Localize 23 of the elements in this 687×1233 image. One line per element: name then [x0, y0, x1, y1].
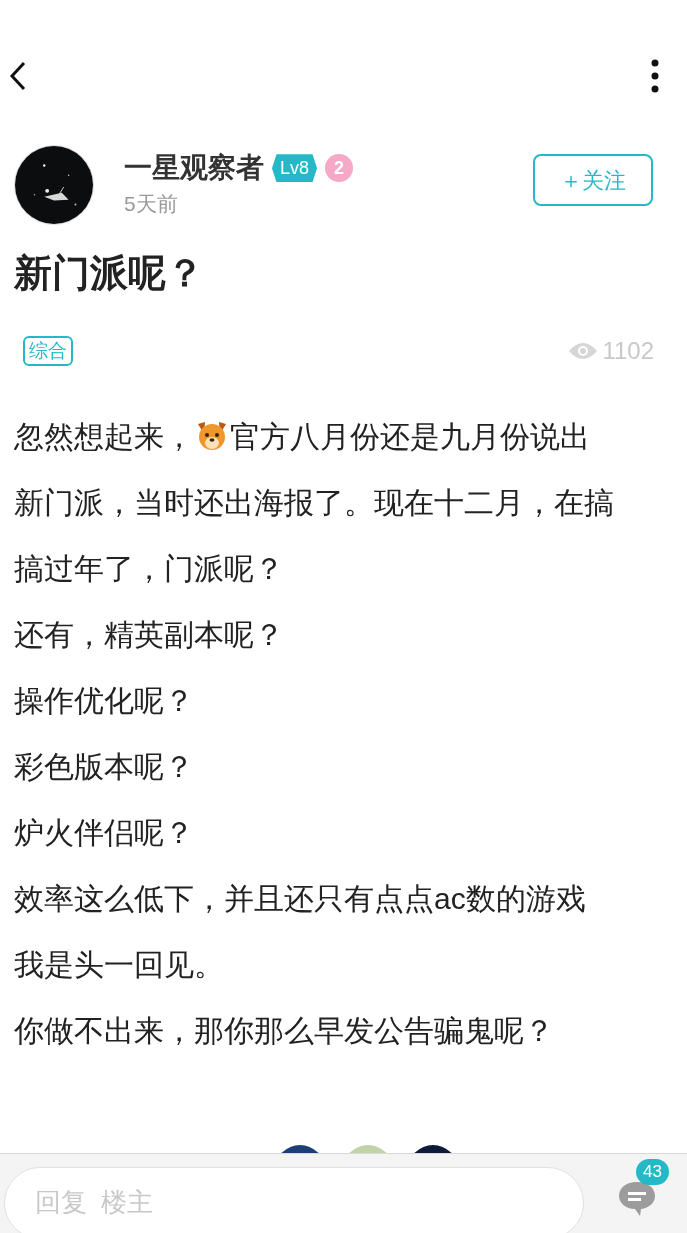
- dog-emoji-icon: [195, 420, 229, 452]
- body-text: 忽然想起来，: [14, 418, 194, 455]
- body-text: 还有，精英副本呢？: [14, 616, 285, 653]
- level-badge: Lv8: [272, 154, 318, 183]
- body-text: 新门派，当时还出海报了。现在十二月，在搞: [14, 484, 615, 521]
- more-icon[interactable]: [651, 59, 659, 93]
- rank-badge: 2: [325, 154, 354, 183]
- post-time: 5天前: [124, 191, 179, 218]
- username: 一星观察者: [124, 151, 264, 186]
- body-text: 彩色版本呢？: [14, 748, 195, 785]
- body-text: 官方八月份还是九月份说出: [230, 418, 590, 455]
- category-tag[interactable]: 综合: [23, 336, 73, 366]
- post-title: 新门派呢？: [13, 251, 205, 296]
- body-text: 搞过年了，门派呢？: [14, 550, 285, 587]
- body-text: 炉火伴侣呢？: [14, 814, 195, 851]
- comment-count-badge: 43: [636, 1158, 669, 1185]
- follow-button[interactable]: ＋关注: [533, 154, 653, 206]
- body-text: 效率这么低下，并且还只有点点ac数的游戏: [14, 880, 587, 917]
- comment-icon[interactable]: [618, 1180, 656, 1217]
- body-text: 我是头一回见。: [14, 946, 225, 983]
- body-text: 操作优化呢？: [14, 682, 195, 719]
- body-text: 你做不出来，那你那么早发公告骗鬼呢？: [14, 1012, 555, 1049]
- eye-icon: [568, 341, 599, 361]
